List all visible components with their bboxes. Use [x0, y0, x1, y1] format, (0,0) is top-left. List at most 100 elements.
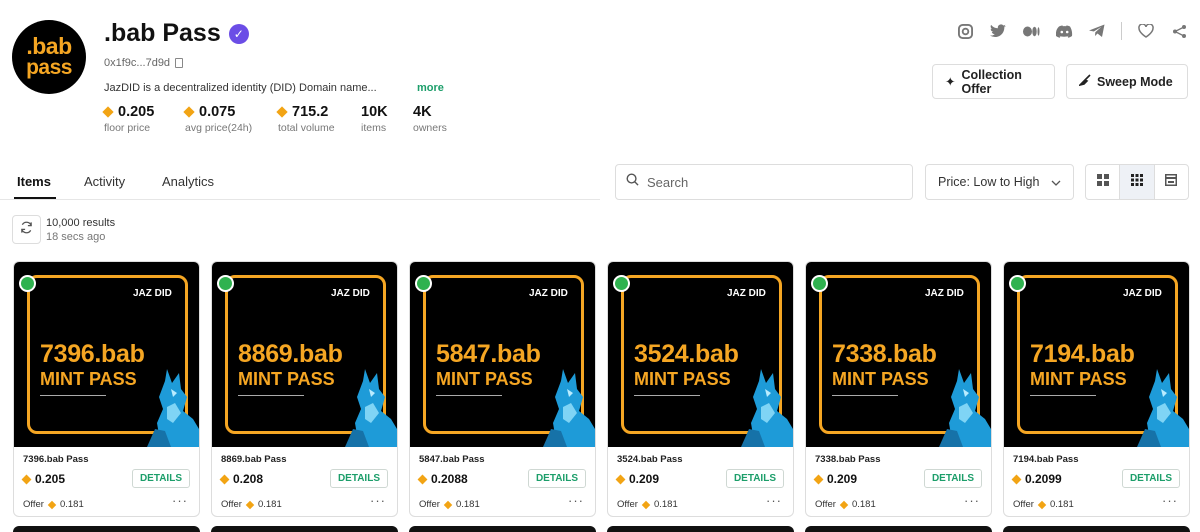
chevron-down-icon: [1051, 175, 1061, 189]
item-card[interactable]: JAZ DID 5847.bab MINT PASS 5847.bab Pass…: [409, 261, 596, 517]
details-button[interactable]: DETAILS: [923, 469, 982, 488]
currency-icon: [219, 474, 230, 484]
sort-selected-value: Price: Low to High: [938, 175, 1040, 189]
brand-label: JAZ DID: [529, 288, 568, 299]
item-image[interactable]: JAZ DID 5847.bab MINT PASS: [410, 262, 595, 447]
currency-icon: [245, 500, 255, 509]
item-image[interactable]: JAZ DID 7194.bab MINT PASS: [1004, 262, 1189, 447]
last-updated: 18 secs ago: [46, 231, 106, 243]
more-options-icon[interactable]: ···: [964, 493, 980, 508]
pass-divider: [1030, 395, 1096, 396]
brand-label: JAZ DID: [133, 288, 172, 299]
tab-analytics[interactable]: Analytics: [162, 174, 214, 189]
item-card-peek[interactable]: [805, 526, 992, 532]
more-options-icon[interactable]: ···: [172, 493, 188, 508]
item-name[interactable]: 5847.bab Pass: [419, 454, 485, 465]
tab-activity[interactable]: Activity: [84, 174, 125, 189]
item-image[interactable]: JAZ DID 7396.bab MINT PASS: [14, 262, 199, 447]
twitter-icon[interactable]: [989, 22, 1007, 40]
heart-icon[interactable]: [1137, 22, 1155, 40]
more-options-icon[interactable]: ···: [370, 493, 386, 508]
results-count: 10,000 results: [46, 217, 116, 229]
search-input[interactable]: [647, 174, 887, 190]
more-link[interactable]: more: [417, 82, 444, 94]
item-offer: Offer 0.181: [815, 499, 876, 510]
item-name[interactable]: 7194.bab Pass: [1013, 454, 1079, 465]
currency-icon: [443, 500, 453, 509]
search-box[interactable]: [615, 164, 913, 200]
tab-items[interactable]: Items: [17, 174, 51, 189]
item-image[interactable]: JAZ DID 7338.bab MINT PASS: [806, 262, 991, 447]
item-price-value: 0.2088: [431, 472, 468, 486]
contract-address[interactable]: 0x1f9c...7d9d: [104, 57, 184, 69]
item-price: 0.205: [21, 472, 66, 486]
item-price: 0.209: [615, 472, 659, 486]
tab-bar: Items Activity Analytics: [0, 164, 600, 200]
view-toggle: [1085, 164, 1189, 200]
view-large-grid-button[interactable]: [1086, 165, 1121, 199]
verified-badge-icon: ✓: [228, 23, 249, 44]
copy-icon[interactable]: [175, 58, 184, 68]
refresh-button[interactable]: [12, 215, 41, 244]
details-button[interactable]: DETAILS: [725, 469, 784, 488]
broom-icon: [1077, 74, 1091, 89]
item-name[interactable]: 7338.bab Pass: [815, 454, 881, 465]
stat-label: total volume: [278, 122, 335, 134]
stat-label: floor price: [104, 122, 151, 134]
item-card-peek[interactable]: [409, 526, 596, 532]
view-list-button[interactable]: [1155, 165, 1188, 199]
more-options-icon[interactable]: ···: [766, 493, 782, 508]
sort-dropdown[interactable]: Price: Low to High: [925, 164, 1074, 200]
item-card-peek[interactable]: [211, 526, 398, 532]
item-name[interactable]: 7396.bab Pass: [23, 454, 89, 465]
share-icon[interactable]: [1170, 22, 1188, 40]
item-name[interactable]: 8869.bab Pass: [221, 454, 287, 465]
telegram-icon[interactable]: [1088, 22, 1106, 40]
item-card-peek[interactable]: [607, 526, 794, 532]
view-small-grid-button[interactable]: [1120, 165, 1155, 199]
more-options-icon[interactable]: ···: [1162, 493, 1178, 508]
item-image[interactable]: JAZ DID 3524.bab MINT PASS: [608, 262, 793, 447]
collection-description: JazDID is a decentralized identity (DID)…: [104, 82, 377, 94]
item-name[interactable]: 3524.bab Pass: [617, 454, 683, 465]
grid-small-icon: [1130, 173, 1143, 191]
currency-icon: [276, 106, 288, 118]
item-image[interactable]: JAZ DID 8869.bab MINT PASS: [212, 262, 397, 447]
item-card-peek[interactable]: [13, 526, 200, 532]
collection-offer-button[interactable]: ✦ Collection Offer: [932, 64, 1055, 99]
stat-value: 715.2: [292, 104, 329, 120]
discord-icon[interactable]: [1055, 22, 1073, 40]
more-options-icon[interactable]: ···: [568, 493, 584, 508]
medium-icon[interactable]: [1022, 22, 1040, 40]
details-button[interactable]: DETAILS: [527, 469, 586, 488]
stat-label: owners: [413, 122, 447, 134]
item-card-peek[interactable]: [1003, 526, 1190, 532]
item-card[interactable]: JAZ DID 8869.bab MINT PASS 8869.bab Pass…: [211, 261, 398, 517]
item-card[interactable]: JAZ DID 7396.bab MINT PASS 7396.bab Pass…: [13, 261, 200, 517]
item-card[interactable]: JAZ DID 3524.bab MINT PASS 3524.bab Pass…: [607, 261, 794, 517]
stat-label: items: [361, 122, 387, 134]
item-price: 0.2099: [1011, 472, 1062, 486]
item-price-value: 0.209: [827, 472, 858, 486]
details-button[interactable]: DETAILS: [1121, 469, 1180, 488]
currency-icon: [47, 500, 57, 509]
details-button[interactable]: DETAILS: [329, 469, 388, 488]
stat-floor-price: 0.205 floor price: [102, 104, 185, 134]
item-number: 7396.bab: [40, 340, 145, 368]
character-figure-icon: [543, 369, 595, 447]
mint-pass-label: MINT PASS: [238, 369, 335, 389]
item-offer: Offer 0.181: [221, 499, 282, 510]
item-card[interactable]: JAZ DID 7194.bab MINT PASS 7194.bab Pass…: [1003, 261, 1190, 517]
item-card[interactable]: JAZ DID 7338.bab MINT PASS 7338.bab Pass…: [805, 261, 992, 517]
item-offer-value: 0.181: [257, 499, 282, 510]
collection-stats: 0.205 floor price 0.075 avg price(24h) 7…: [102, 104, 463, 134]
item-offer-value: 0.181: [455, 499, 480, 510]
sweep-mode-button[interactable]: Sweep Mode: [1066, 64, 1188, 99]
details-button[interactable]: DETAILS: [131, 469, 190, 488]
instagram-icon[interactable]: [956, 22, 974, 40]
item-price: 0.209: [813, 472, 858, 486]
item-price-value: 0.205: [35, 472, 66, 486]
stat-items: 10K items: [361, 104, 413, 134]
pass-divider: [634, 395, 700, 396]
character-figure-icon: [939, 369, 991, 447]
